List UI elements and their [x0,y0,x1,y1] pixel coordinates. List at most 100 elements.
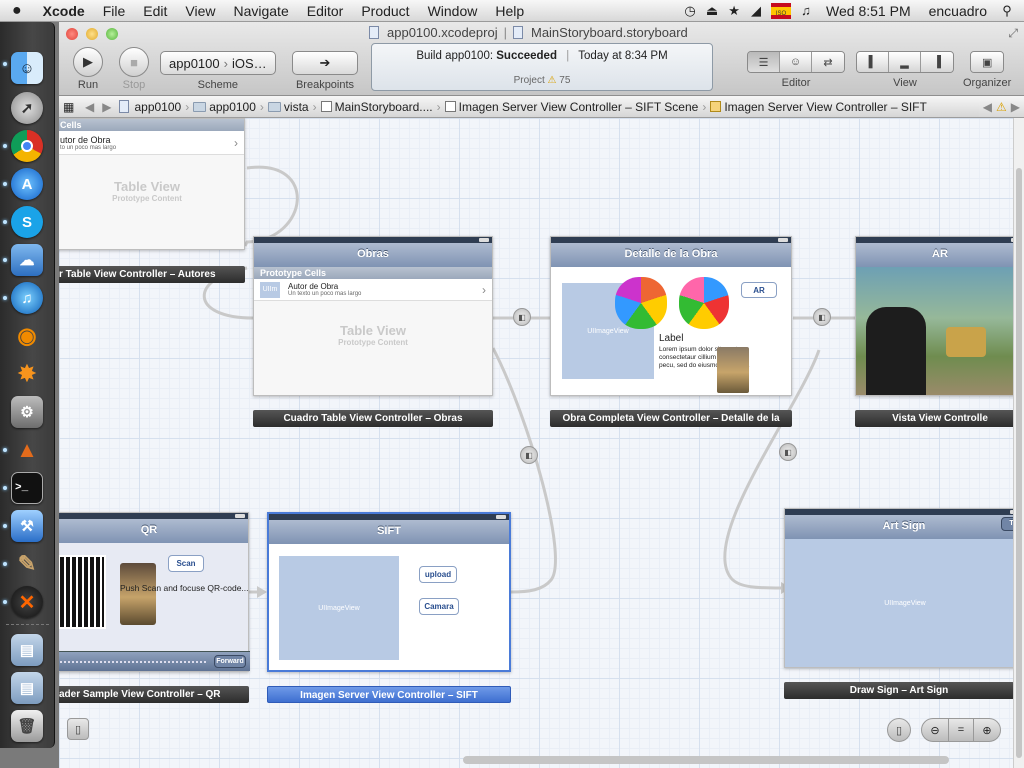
run-button[interactable]: ▶ Run [73,47,103,91]
scene-detalle[interactable]: Detalle de la Obra UIImageView AR Label … [550,236,792,396]
scene-autores[interactable]: Cells utor de Obra to un poco mas largo … [59,118,245,250]
menu-help[interactable]: Help [486,0,533,22]
camara-button[interactable]: Camara [419,598,459,615]
vertical-scrollbar[interactable] [1013,118,1024,768]
utilities-toggle-icon[interactable]: ▐ [921,52,953,72]
previous-issue-icon[interactable]: ◀ [983,100,992,114]
jumpbar-item-group[interactable]: app0100 [189,100,260,114]
vlc-icon[interactable]: ✸ [11,358,43,390]
scene-caption-selected[interactable]: Imagen Server View Controller – SIFT [267,686,511,703]
jumpbar-item-scene[interactable]: Imagen Server View Controller – SIFT Sce… [441,100,703,114]
menu-navigate[interactable]: Navigate [224,0,297,22]
menu-app-name[interactable]: Xcode [34,0,94,22]
volume-icon[interactable]: ♫ [795,3,817,18]
system-preferences-icon[interactable]: ⚙ [11,396,43,428]
xcode-icon[interactable]: ⚒ [11,510,43,542]
segue-icon[interactable]: ◧ [513,308,531,326]
jumpbar-item-project[interactable]: app0100 [115,100,185,114]
ar-button[interactable]: AR [741,282,777,298]
terminal-icon[interactable]: >_ [11,472,43,504]
skype-icon[interactable]: S [11,206,43,238]
gimp-icon[interactable]: ✎ [11,548,43,580]
menu-edit[interactable]: Edit [134,0,176,22]
breakpoints-button[interactable]: ➔ Breakpoints [292,51,358,91]
table-cell[interactable]: utor de Obra to un poco mas largo › [59,131,244,155]
warning-icon[interactable]: ⚠ [548,75,557,86]
scene-caption[interactable]: Draw Sign – Art Sign [784,682,1013,699]
close-window-button[interactable] [66,28,78,40]
menu-product[interactable]: Product [352,0,418,22]
jumpbar-item-folder[interactable]: vista [264,100,313,114]
back-arrow-icon[interactable]: ◀ [81,100,98,114]
scheme-selector[interactable]: app0100 › iOS… [160,51,276,75]
jumpbar-item-controller[interactable]: Imagen Server View Controller – SIFT [706,100,931,114]
matlab-icon[interactable]: ▲ [11,434,43,466]
twitter-button[interactable]: Twi [1001,517,1013,531]
zoom-out-icon[interactable]: ⊖ [922,719,948,741]
storyboard-canvas[interactable]: ◧ ◧ ◧ ◧ Cells utor de Obra to un poco ma… [59,118,1013,768]
zoom-in-icon[interactable]: ⊕ [974,719,1000,741]
jumpbar-item-file[interactable]: MainStoryboard.... [317,100,437,114]
blender-icon[interactable]: ◉ [11,320,43,352]
standard-editor-icon[interactable]: ☰ [748,52,780,72]
scene-qr[interactable]: QR Scan Push Scan and focuse QR-code... … [59,512,250,672]
bluetooth-icon[interactable]: ★ [723,3,745,19]
assistant-editor-icon[interactable]: ☺ [780,52,812,72]
spotlight-icon[interactable]: ⚲ [996,3,1018,19]
app-store-icon[interactable]: A [11,168,43,200]
organizer-button[interactable]: ▣ Organizer [963,51,1011,89]
related-items-icon[interactable]: ▦ [59,100,81,114]
menu-user[interactable]: encuadro [920,0,996,22]
fullscreen-icon[interactable]: ⤢ [1008,26,1018,41]
scheme-popup[interactable]: app0100 › iOS… Scheme [160,51,276,91]
openoffice-icon[interactable]: ☁ [11,244,43,276]
launchpad-icon[interactable]: ➚ [11,92,43,124]
menu-window[interactable]: Window [419,0,487,22]
document-outline-toggle-icon[interactable]: ▯ [67,718,89,740]
scene-sift[interactable]: SIFT UIImageView upload Camara [267,512,511,672]
segue-icon[interactable]: ◧ [520,446,538,464]
trash-icon[interactable]: 🗑 [11,710,43,742]
table-cell[interactable]: UIIm Autor de Obra Un texto un poco mas … [254,279,492,301]
apple-menu-icon[interactable]: ● [0,0,34,22]
eject-icon[interactable]: ⏏ [701,3,723,19]
forward-arrow-icon[interactable]: ▶ [98,100,115,114]
finder-icon[interactable]: ☺ [11,52,43,84]
applications-folder-icon[interactable]: ▤ [11,634,43,666]
menu-editor[interactable]: Editor [298,0,353,22]
scene-obras[interactable]: Obras Prototype Cells UIIm Autor de Obra… [253,236,493,396]
form-factor-toggle-icon[interactable]: ▯ [887,718,911,742]
stop-button[interactable]: ■ Stop [119,47,149,91]
navigator-toggle-icon[interactable]: ▌ [857,52,889,72]
scene-caption[interactable]: Obra Completa View Controller – Detalle … [550,410,792,427]
version-editor-icon[interactable]: ⇄ [812,52,844,72]
input-flag-icon[interactable]: ISO [771,2,792,19]
forward-button[interactable]: Forward [214,655,246,668]
time-machine-icon[interactable]: ◷ [679,3,701,19]
horizontal-scroll-thumb[interactable] [463,756,949,764]
debug-area-toggle-icon[interactable]: ▂ [889,52,921,72]
zoom-window-button[interactable] [106,28,118,40]
issue-warning-icon[interactable]: ⚠ [996,100,1007,114]
upload-button[interactable]: upload [419,566,457,583]
scene-caption[interactable]: Vista View Controlle [855,410,1013,427]
scene-caption[interactable]: ader Sample View Controller – QR [59,686,249,703]
scene-artsign[interactable]: Art Sign Twi UIImageView [784,508,1013,668]
scan-button[interactable]: Scan [168,555,204,572]
wifi-icon[interactable]: ◢ [745,3,767,19]
zoom-fit-icon[interactable]: = [948,719,974,741]
segue-icon[interactable]: ◧ [813,308,831,326]
menu-view[interactable]: View [176,0,224,22]
next-issue-icon[interactable]: ▶ [1011,100,1020,114]
itunes-icon[interactable]: ♫ [11,282,43,314]
warning-count[interactable]: 75 [559,75,570,86]
menu-clock[interactable]: Wed 8:51 PM [817,0,920,22]
menu-file[interactable]: File [94,0,135,22]
x11-icon[interactable]: ✕ [11,586,43,618]
minimize-window-button[interactable] [86,28,98,40]
downloads-folder-icon[interactable]: ▤ [11,672,43,704]
vertical-scroll-thumb[interactable] [1016,168,1022,758]
chrome-icon[interactable] [11,130,43,162]
scene-ar[interactable]: AR [855,236,1013,396]
scene-caption[interactable]: Cuadro Table View Controller – Obras [253,410,493,427]
